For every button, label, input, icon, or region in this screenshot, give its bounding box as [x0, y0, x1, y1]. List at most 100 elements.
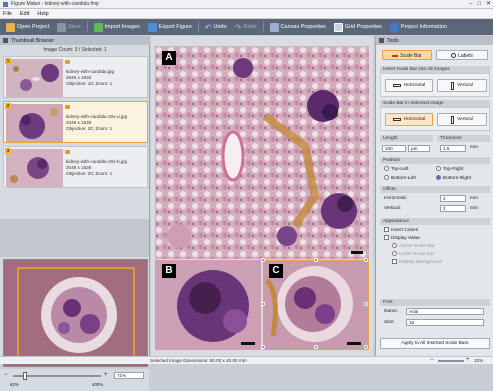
open-project-button[interactable]: Open Project: [2, 20, 53, 34]
thumbnail-index: 3: [5, 148, 11, 154]
position-header: Position: [380, 157, 490, 164]
figure-canvas[interactable]: A B C: [155, 46, 369, 350]
insert-selected-vertical-button[interactable]: Vertical: [437, 113, 487, 126]
import-images-button[interactable]: Import Images: [90, 20, 144, 34]
pin-icon[interactable]: [65, 60, 70, 64]
display-value-checkbox[interactable]: Display Value: [384, 235, 420, 242]
status-zoom-in-icon[interactable]: +: [466, 357, 470, 363]
insert-selected-horizontal-button[interactable]: Horizontal: [385, 113, 433, 126]
display-background-checkbox[interactable]: Display Background: [392, 259, 442, 266]
minimize-button[interactable]: –: [469, 1, 472, 8]
horizontal-bar-icon: [392, 84, 401, 87]
save-button[interactable]: Save: [53, 20, 85, 34]
zoom-out-icon[interactable]: −: [4, 372, 8, 378]
vertical-bar-icon: [451, 81, 455, 90]
resize-handle[interactable]: [261, 258, 265, 262]
resize-handle[interactable]: [261, 302, 265, 306]
redo-icon: ↷: [234, 22, 242, 32]
position-bottom-left[interactable]: Bottom-Left: [384, 175, 416, 182]
labels-tab-icon: [451, 53, 457, 59]
length-value-input[interactable]: 100: [382, 145, 406, 152]
menu-bar: File Edit Help: [0, 9, 493, 19]
resize-handle[interactable]: [364, 302, 368, 306]
thumbnail-item[interactable]: 3 kidney-with-candida-20x-b.jpg 2048 x 1…: [3, 146, 148, 188]
under-scale-bar-radio[interactable]: Under Scale Bar: [392, 251, 434, 258]
project-info-icon: [389, 22, 399, 32]
position-top-right[interactable]: Top-Right: [436, 166, 464, 173]
grid-properties-icon: [333, 22, 343, 32]
offset-vertical-label: Vertical:: [384, 206, 402, 211]
position-top-left[interactable]: Top-Left: [384, 166, 408, 173]
canvas-properties-button[interactable]: Canvas Properties: [266, 20, 330, 34]
offset-horizontal-unit: mm: [470, 196, 478, 201]
menu-help[interactable]: Help: [37, 11, 48, 17]
insert-all-header: Insert Scale Bar into All Images: [380, 66, 490, 73]
navigator-preview[interactable]: [3, 259, 148, 367]
resize-handle[interactable]: [314, 345, 318, 349]
above-scale-bar-radio[interactable]: Above Scale Bar: [392, 243, 435, 250]
font-name-select[interactable]: Arial: [406, 308, 484, 315]
scale-bar-a[interactable]: [351, 251, 363, 254]
status-zoom-out-icon[interactable]: −: [430, 357, 434, 363]
insert-all-vertical-button[interactable]: Vertical: [437, 79, 487, 92]
close-button[interactable]: ✕: [486, 1, 491, 8]
zoom-select[interactable]: 71%: [114, 372, 144, 379]
thumbnail-item-selected[interactable]: 2 kidney-with-candida-20x-a.jpg 2048 x 1…: [3, 101, 148, 143]
project-information-button[interactable]: Project Information: [386, 20, 451, 34]
undo-button[interactable]: ↶ Undo: [201, 20, 231, 34]
resize-handle[interactable]: [314, 258, 318, 262]
status-bar: Selected Image Dimensions: 50.00 x 40.00…: [0, 356, 493, 364]
tab-scale-bar[interactable]: Scale Bar: [382, 50, 432, 60]
thumbnail-meta: Objective: 10; Zoom: 1: [66, 81, 113, 86]
status-zoom-slider[interactable]: [438, 360, 464, 362]
thickness-value-input[interactable]: 1.5: [440, 145, 466, 152]
scale-bar-b[interactable]: [241, 342, 255, 345]
resize-handle[interactable]: [364, 258, 368, 262]
main-toolbar: Open Project Save Import Images Export F…: [0, 19, 493, 35]
invert-colors-checkbox[interactable]: Invert Colors: [384, 227, 418, 234]
panel-label-b[interactable]: B: [162, 264, 176, 278]
font-size-select[interactable]: 16: [406, 319, 484, 326]
offset-horizontal-input[interactable]: 2: [440, 195, 466, 202]
scale-bar-c[interactable]: [347, 342, 361, 345]
vertical-bar-icon: [451, 115, 455, 124]
maximize-button[interactable]: □: [477, 1, 481, 8]
zoom-min-label: 62%: [10, 382, 19, 387]
save-icon: [57, 22, 67, 32]
image-count: Image Count: 3 / Selected: 1: [43, 47, 107, 53]
grid-properties-button[interactable]: Grid Properties: [330, 20, 386, 34]
menu-edit[interactable]: Edit: [20, 11, 29, 17]
pin-icon[interactable]: [65, 150, 70, 154]
export-figure-button[interactable]: Export Figure: [144, 20, 196, 34]
tools-pane: Tools Scale Bar Labels Insert Scale Bar …: [375, 36, 493, 356]
horizontal-bar-icon: [392, 118, 401, 121]
zoom-max-label: 400%: [92, 382, 104, 387]
resize-handle[interactable]: [364, 345, 368, 349]
panel-label-c[interactable]: C: [269, 264, 283, 278]
redo-button[interactable]: ↷ Redo: [231, 20, 261, 34]
resize-handle[interactable]: [261, 345, 265, 349]
offset-header: Offset: [380, 186, 490, 193]
insert-selected-header: Scale Bar in Selected Image: [380, 100, 490, 107]
radio-bottom-left: [384, 175, 389, 180]
pin-icon[interactable]: [65, 105, 70, 109]
zoom-slider-handle[interactable]: [23, 372, 28, 380]
thumbnail-item[interactable]: 1 kidney-with-candida.jpg 4946 x 4630 Ob…: [3, 56, 148, 98]
thumbnail-empty-area: [0, 219, 149, 257]
zoom-in-icon[interactable]: +: [104, 372, 108, 378]
position-bottom-right[interactable]: Bottom-Right: [436, 175, 471, 182]
panel-label-a[interactable]: A: [162, 51, 176, 65]
thumbnail-index: 2: [5, 103, 11, 109]
thickness-unit: mm: [470, 145, 478, 150]
tab-labels[interactable]: Labels: [436, 50, 488, 60]
offset-vertical-unit: mm: [470, 206, 478, 211]
length-unit-select[interactable]: µm: [408, 145, 430, 152]
apply-all-scale-bars-button[interactable]: Apply to All Inserted Scale Bars: [380, 338, 490, 349]
thumbnail-image: [6, 149, 63, 187]
thumbnail-image: [6, 104, 63, 142]
insert-all-horizontal-button[interactable]: Horizontal: [385, 79, 433, 92]
thumbnail-meta: Objective: 20; Zoom: 1: [66, 126, 113, 131]
offset-vertical-input[interactable]: 2: [440, 205, 466, 212]
thumbnail-browser-pane: Thumbnail Browser Image Count: 3 / Selec…: [0, 36, 150, 391]
menu-file[interactable]: File: [3, 11, 12, 17]
